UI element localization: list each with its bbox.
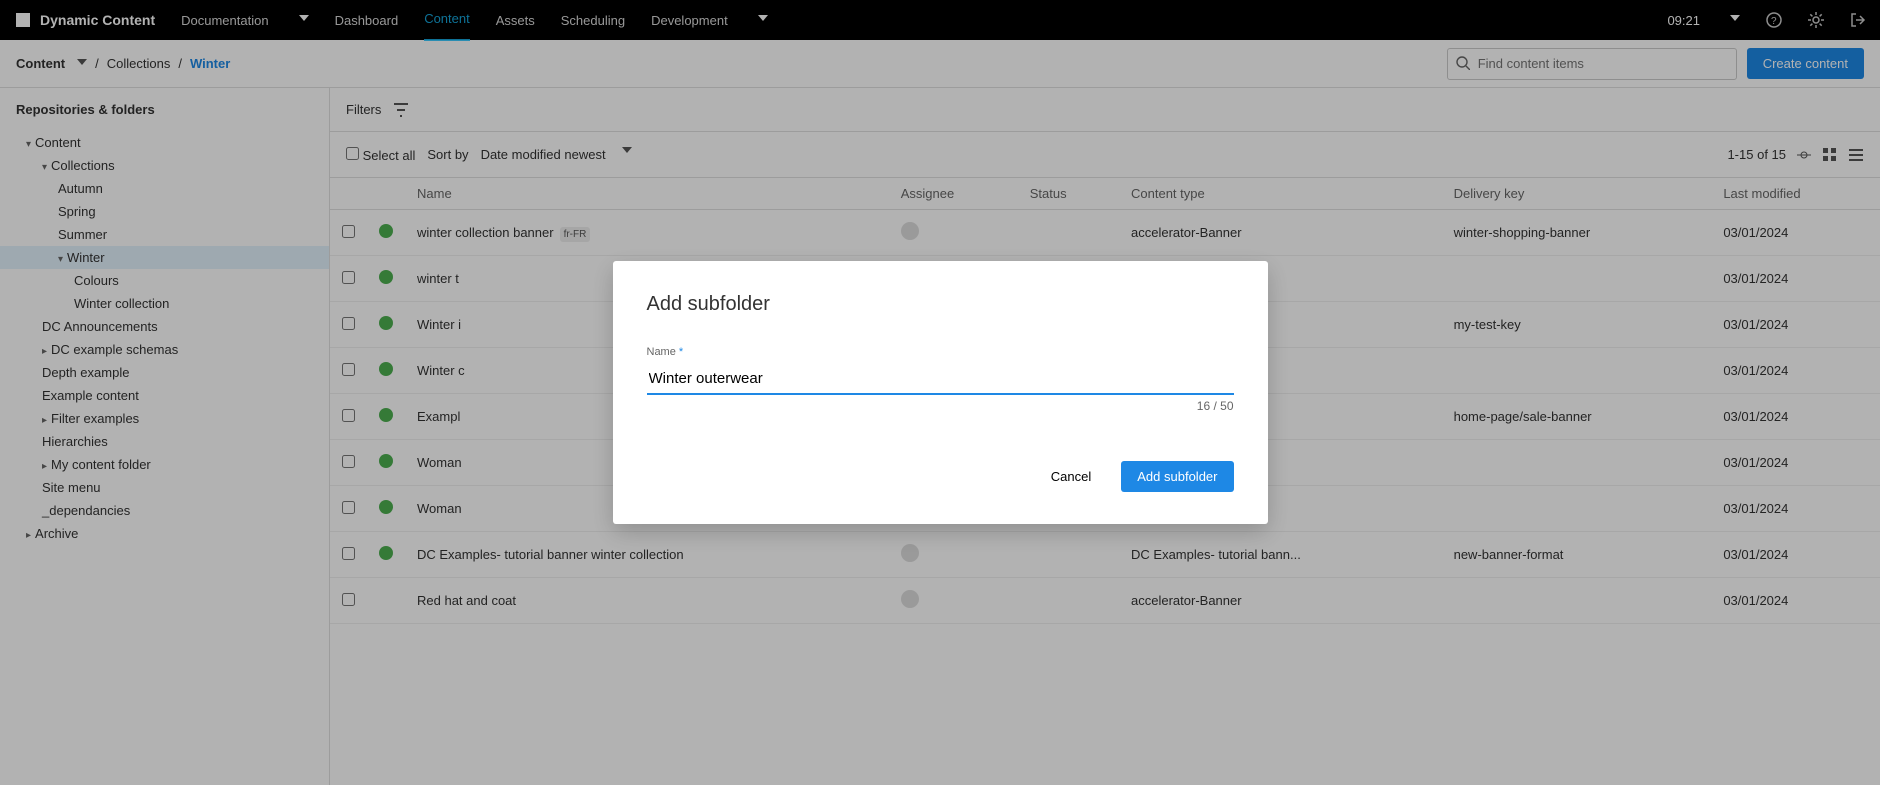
modal-title: Add subfolder <box>647 293 1234 316</box>
modal-backdrop[interactable]: Add subfolder Name * 16 / 50 Cancel Add … <box>0 0 1880 785</box>
cancel-button[interactable]: Cancel <box>1051 461 1091 492</box>
modal: Add subfolder Name * 16 / 50 Cancel Add … <box>613 261 1268 524</box>
modal-actions: Cancel Add subfolder <box>647 461 1234 492</box>
modal-name-text: Name <box>647 346 676 358</box>
modal-name-label: Name * <box>647 346 684 358</box>
modal-counter: 16 / 50 <box>647 399 1234 413</box>
add-subfolder-button[interactable]: Add subfolder <box>1121 461 1233 492</box>
modal-name-input[interactable] <box>647 364 1234 395</box>
